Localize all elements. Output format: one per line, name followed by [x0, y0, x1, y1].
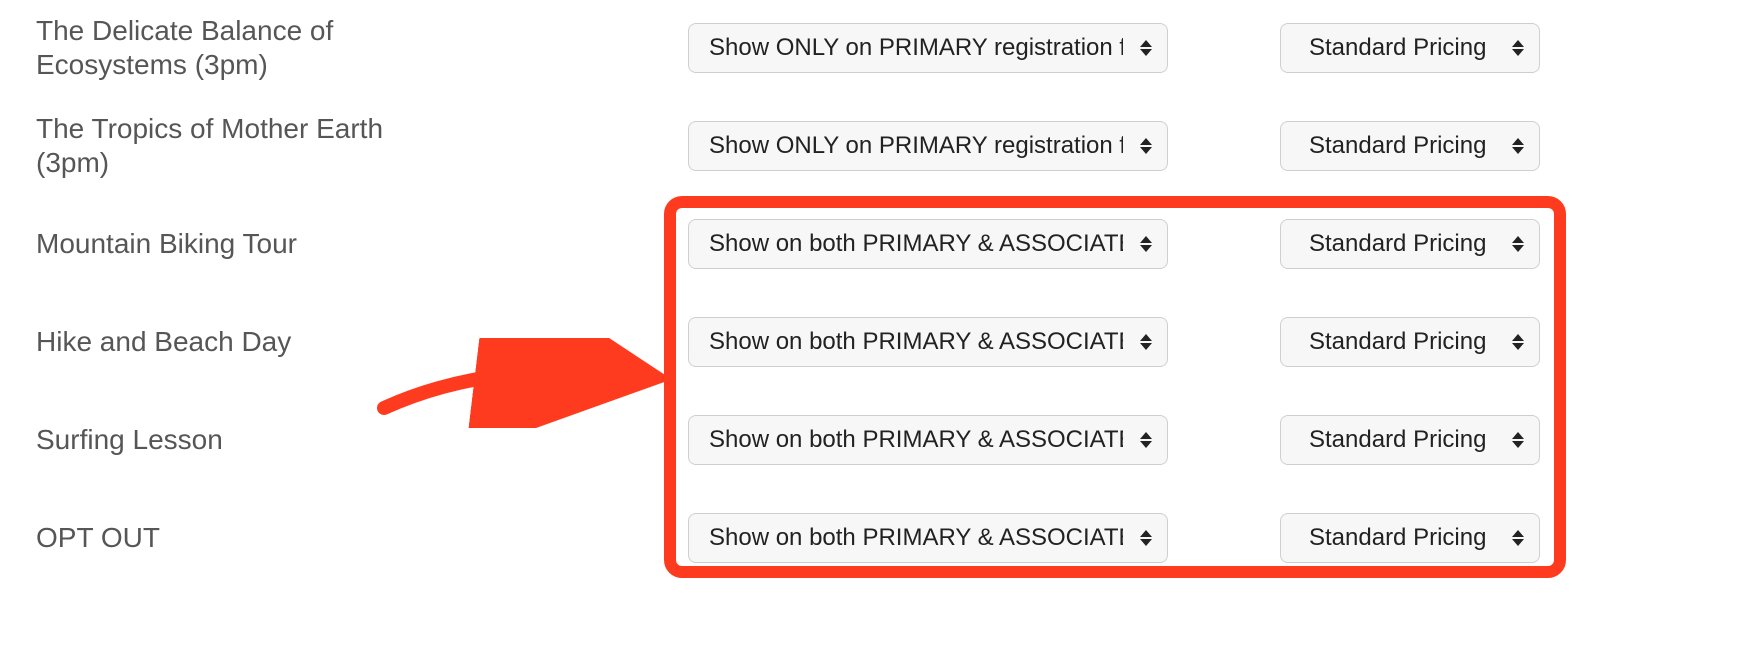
chevron-up-down-icon [1139, 233, 1153, 255]
list-item: Hike and Beach Day Show on both PRIMARY … [0, 294, 1738, 390]
pricing-select-value: Standard Pricing [1309, 328, 1495, 356]
pricing-select[interactable]: Standard Pricing [1280, 513, 1540, 563]
visibility-select-value: Show on both PRIMARY & ASSOCIATE forms [709, 328, 1123, 356]
list-item: OPT OUT Show on both PRIMARY & ASSOCIATE… [0, 490, 1738, 586]
visibility-select-value: Show on both PRIMARY & ASSOCIATE forms [709, 230, 1123, 258]
chevron-up-down-icon [1511, 331, 1525, 353]
pricing-select[interactable]: Standard Pricing [1280, 121, 1540, 171]
chevron-up-down-icon [1139, 37, 1153, 59]
chevron-up-down-icon [1511, 527, 1525, 549]
chevron-up-down-icon [1139, 527, 1153, 549]
visibility-select[interactable]: Show ONLY on PRIMARY registration form [688, 23, 1168, 73]
page-root: The Delicate Balance of Ecosystems (3pm)… [0, 0, 1738, 648]
visibility-select-value: Show on both PRIMARY & ASSOCIATE forms [709, 524, 1123, 552]
visibility-select-value: Show ONLY on PRIMARY registration form [709, 132, 1123, 160]
chevron-up-down-icon [1139, 429, 1153, 451]
chevron-up-down-icon [1511, 233, 1525, 255]
list-item: The Delicate Balance of Ecosystems (3pm)… [0, 0, 1738, 96]
list-item: Surfing Lesson Show on both PRIMARY & AS… [0, 392, 1738, 488]
pricing-select[interactable]: Standard Pricing [1280, 23, 1540, 73]
visibility-select[interactable]: Show on both PRIMARY & ASSOCIATE forms [688, 513, 1168, 563]
chevron-up-down-icon [1139, 331, 1153, 353]
chevron-up-down-icon [1511, 135, 1525, 157]
list-item: The Tropics of Mother Earth (3pm) Show O… [0, 98, 1738, 194]
item-label: The Delicate Balance of Ecosystems (3pm) [36, 14, 456, 81]
chevron-up-down-icon [1511, 429, 1525, 451]
pricing-select-value: Standard Pricing [1309, 132, 1495, 160]
visibility-select[interactable]: Show on both PRIMARY & ASSOCIATE forms [688, 415, 1168, 465]
item-label: Mountain Biking Tour [36, 227, 456, 261]
visibility-select-value: Show on both PRIMARY & ASSOCIATE forms [709, 426, 1123, 454]
item-label: The Tropics of Mother Earth (3pm) [36, 112, 456, 179]
list-item: Mountain Biking Tour Show on both PRIMAR… [0, 196, 1738, 292]
visibility-select[interactable]: Show on both PRIMARY & ASSOCIATE forms [688, 219, 1168, 269]
pricing-select-value: Standard Pricing [1309, 524, 1495, 552]
visibility-select[interactable]: Show ONLY on PRIMARY registration form [688, 121, 1168, 171]
item-label: OPT OUT [36, 521, 456, 555]
visibility-select-value: Show ONLY on PRIMARY registration form [709, 34, 1123, 62]
pricing-select-value: Standard Pricing [1309, 230, 1495, 258]
chevron-up-down-icon [1511, 37, 1525, 59]
pricing-select[interactable]: Standard Pricing [1280, 219, 1540, 269]
pricing-select[interactable]: Standard Pricing [1280, 317, 1540, 367]
pricing-select-value: Standard Pricing [1309, 426, 1495, 454]
item-label: Hike and Beach Day [36, 325, 456, 359]
item-label: Surfing Lesson [36, 423, 456, 457]
pricing-select[interactable]: Standard Pricing [1280, 415, 1540, 465]
chevron-up-down-icon [1139, 135, 1153, 157]
visibility-select[interactable]: Show on both PRIMARY & ASSOCIATE forms [688, 317, 1168, 367]
pricing-select-value: Standard Pricing [1309, 34, 1495, 62]
